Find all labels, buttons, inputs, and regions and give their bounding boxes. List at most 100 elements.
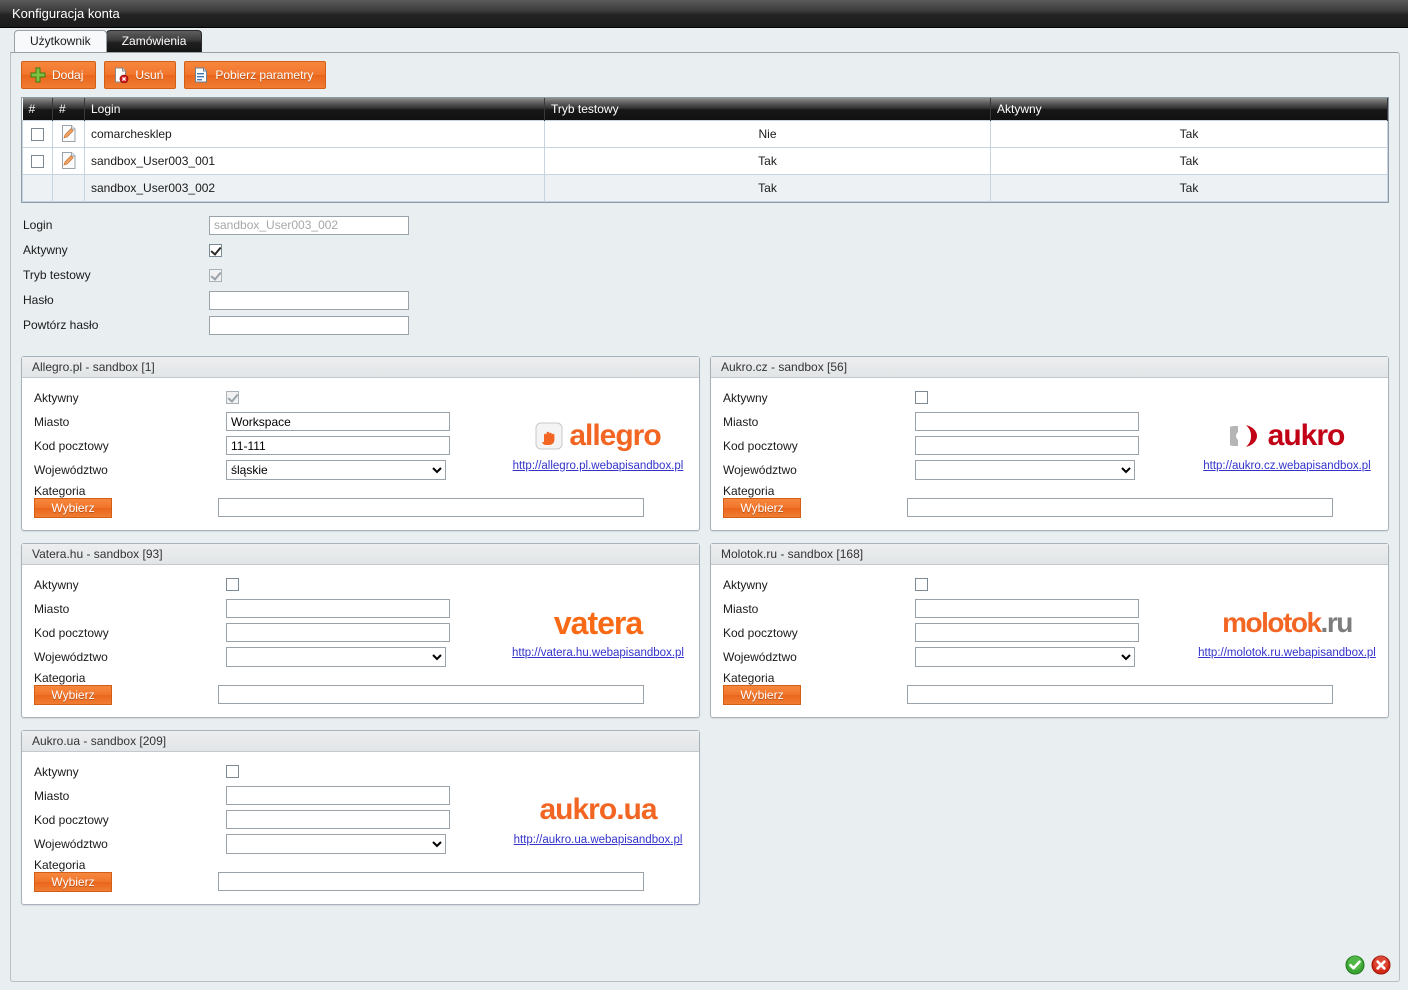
allegro-city-input[interactable] (226, 412, 450, 431)
vatera-region-select[interactable] (226, 646, 446, 667)
aukrocz-region-select[interactable] (915, 459, 1135, 480)
allegro-category-label: Kategoria (34, 483, 86, 498)
fetch-parameters-button[interactable]: Pobierz parametry (184, 61, 327, 89)
aukroua-postcode-input[interactable] (226, 810, 450, 829)
edit-pencil-icon[interactable] (60, 124, 78, 143)
panel-molotok-ru-title: Molotok.ru - sandbox [168] (711, 543, 1388, 565)
grid-col-select[interactable]: # (22, 98, 53, 120)
table-row[interactable]: sandbox_User003_002 Tak Tak (22, 173, 1388, 202)
tab-strip: Użytkownik Zamówienia (0, 28, 1408, 52)
aukrocz-category-label: Kategoria (723, 483, 775, 498)
molotok-sandbox-link[interactable]: http://molotok.ru.webapisandbox.pl (1192, 647, 1382, 659)
vatera-choose-category-button[interactable]: Wybierz (34, 684, 112, 705)
panel-row: Aukro.ua - sandbox [209] Aktywny Miasto … (21, 729, 1389, 905)
aukro-ua-logo-text: aukro.ua (539, 792, 657, 826)
cancel-button[interactable] (1371, 955, 1391, 975)
aukrocz-choose-category-button[interactable]: Wybierz (723, 497, 801, 518)
row-login: sandbox_User003_002 (84, 173, 545, 202)
row-edit-cell[interactable] (52, 146, 85, 175)
allegro-sandbox-link[interactable]: http://allegro.pl.webapisandbox.pl (503, 460, 693, 472)
active-checkbox[interactable] (209, 243, 222, 257)
molotok-city-input[interactable] (915, 599, 1139, 618)
vatera-active-checkbox[interactable] (226, 578, 239, 591)
row-select-cell[interactable] (22, 146, 53, 175)
panel-row: Vatera.hu - sandbox [93] Aktywny Miasto … (21, 542, 1389, 718)
active-label: Aktywny (23, 243, 68, 257)
panel-vatera-hu: Vatera.hu - sandbox [93] Aktywny Miasto … (21, 542, 700, 718)
allegro-region-select[interactable]: śląskie (226, 459, 446, 480)
delete-button[interactable]: Usuń (104, 61, 177, 89)
aukroua-active-checkbox[interactable] (226, 765, 239, 778)
panel-allegro-pl: Allegro.pl - sandbox [1] Aktywny Miasto … (21, 355, 700, 531)
aukro-ua-logo: aukro.ua (503, 787, 694, 832)
aukrocz-postcode-input[interactable] (915, 436, 1139, 455)
add-button[interactable]: Dodaj (21, 61, 97, 89)
row-edit-cell[interactable] (52, 173, 85, 202)
aukroua-region-select[interactable] (226, 833, 446, 854)
row-active: Tak (990, 173, 1388, 202)
vatera-city-label: Miasto (34, 601, 70, 616)
password-repeat-label: Powtórz hasło (23, 318, 99, 332)
allegro-postcode-input[interactable] (226, 436, 450, 455)
molotok-choose-category-button[interactable]: Wybierz (723, 684, 801, 705)
row-login: comarchesklep (84, 119, 545, 148)
aukro-ua-sandbox-link[interactable]: http://aukro.ua.webapisandbox.pl (503, 834, 693, 846)
test-mode-label: Tryb testowy (23, 268, 91, 282)
vatera-sandbox-link[interactable]: http://vatera.hu.webapisandbox.pl (503, 647, 693, 659)
vatera-active-label: Aktywny (34, 577, 79, 592)
aukrocz-city-input[interactable] (915, 412, 1139, 431)
vatera-city-input[interactable] (226, 599, 450, 618)
molotok-city-label: Miasto (723, 601, 759, 616)
vatera-postcode-input[interactable] (226, 623, 450, 642)
panel-allegro-pl-title: Allegro.pl - sandbox [1] (22, 356, 699, 378)
login-label: Login (23, 218, 53, 232)
allegro-active-label: Aktywny (34, 390, 79, 405)
molotok-logo-text: molotok.ru (1222, 606, 1353, 638)
grid-col-login[interactable]: Login (84, 98, 545, 120)
aukroua-city-input[interactable] (226, 786, 450, 805)
tab-uzytkownik[interactable]: Użytkownik (14, 30, 107, 52)
aukro-cz-sandbox-link[interactable]: http://aukro.cz.webapisandbox.pl (1192, 460, 1382, 472)
row-login: sandbox_User003_001 (84, 146, 545, 175)
grid-col-testmode[interactable]: Tryb testowy (544, 98, 991, 120)
password-repeat-input[interactable] (209, 315, 409, 335)
password-input[interactable] (209, 290, 409, 310)
login-row: Login (23, 213, 1399, 238)
row-select-checkbox[interactable] (31, 127, 44, 141)
vatera-postcode-label: Kod pocztowy (34, 625, 109, 640)
accounts-grid: # # Login Tryb testowy Aktywny comarches… (21, 97, 1389, 203)
vatera-region-label: Województwo (34, 649, 108, 664)
aukro-cz-logo-text: aukro (1267, 418, 1346, 452)
row-select-cell[interactable] (22, 173, 53, 202)
table-row[interactable]: sandbox_User003_001 Tak Tak (22, 146, 1388, 175)
accept-button[interactable] (1345, 955, 1365, 975)
table-row[interactable]: comarchesklep Nie Tak (22, 119, 1388, 148)
aukroua-postcode-label: Kod pocztowy (34, 812, 109, 827)
molotok-region-select[interactable] (915, 646, 1135, 667)
molotok-postcode-input[interactable] (915, 623, 1139, 642)
aukrocz-active-checkbox[interactable] (915, 391, 928, 404)
tab-zamowienia-label: Zamówienia (121, 34, 187, 48)
molotok-logo: molotok.ru (1192, 600, 1382, 645)
vatera-logo: vatera (503, 600, 693, 645)
edit-pencil-icon[interactable] (60, 151, 78, 170)
tab-zamowienia[interactable]: Zamówienia (105, 30, 203, 52)
row-testmode: Tak (544, 173, 991, 202)
row-select-cell[interactable] (22, 119, 53, 148)
panel-aukro-cz: Aukro.cz - sandbox [56] Aktywny Miasto K… (710, 355, 1389, 531)
allegro-active-checkbox[interactable] (226, 391, 239, 404)
molotok-category-label: Kategoria (723, 670, 775, 685)
row-select-checkbox[interactable] (31, 154, 44, 168)
grid-col-edit[interactable]: # (52, 98, 85, 120)
document-icon (193, 67, 209, 83)
allegro-logo-text: allegro (569, 418, 661, 452)
aukroua-city-label: Miasto (34, 788, 70, 803)
aukroua-choose-category-button[interactable]: Wybierz (34, 871, 112, 892)
allegro-choose-category-button[interactable]: Wybierz (34, 497, 112, 518)
account-detail-form: Login Aktywny Tryb testowy Hasło Powtórz… (11, 203, 1399, 342)
grid-col-active[interactable]: Aktywny (990, 98, 1388, 120)
aukrocz-region-label: Województwo (723, 462, 797, 477)
row-edit-cell[interactable] (52, 119, 85, 148)
molotok-active-checkbox[interactable] (915, 578, 928, 591)
molotok-region-label: Województwo (723, 649, 797, 664)
